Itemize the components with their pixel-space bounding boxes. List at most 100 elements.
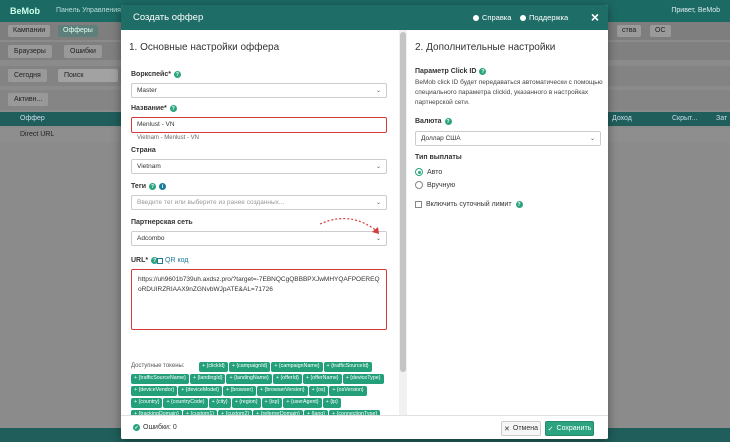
token-chip[interactable]: + {landingName} (226, 373, 272, 384)
save-label: Сохранить (556, 425, 592, 432)
chevron-down-icon: ⌄ (375, 88, 381, 94)
currency-label: Валюта ? (415, 118, 452, 125)
check-icon: ✓ (547, 425, 554, 433)
errors-status[interactable]: ✓ Ошибки: 0 (133, 424, 177, 431)
payout-label-text: Тип выплаты (415, 154, 462, 161)
payout-manual-radio[interactable]: Вручную (415, 181, 455, 189)
network-label-text: Партнерская сеть (131, 219, 193, 226)
column-hidden[interactable]: Скрыт... (672, 115, 697, 122)
chevron-down-icon: ⌄ (589, 136, 595, 142)
chat-icon (520, 14, 526, 21)
additional-settings-title: 2. Дополнительные настройки (415, 42, 556, 53)
errors-count: Ошибки: 0 (143, 424, 177, 431)
tab-offers[interactable]: Офферы (58, 25, 98, 37)
token-chip[interactable]: + {country} (131, 397, 163, 408)
click-id-label: Параметр Click ID ? (415, 68, 487, 75)
workspace-label-text: Воркспейс* (131, 71, 171, 78)
help-icon (473, 14, 479, 21)
tags-placeholder: Введите тег или выберите из ранее создан… (137, 199, 285, 206)
click-id-label-text: Параметр Click ID (415, 68, 477, 75)
tags-label: Теги ? i (131, 183, 167, 190)
token-chip[interactable]: + {ip} (322, 397, 341, 408)
country-value: Vietnam (137, 163, 161, 170)
qr-link-label: QR код (165, 257, 189, 264)
help-icon[interactable]: ? (169, 105, 177, 112)
qr-icon (157, 257, 163, 264)
tags-input[interactable]: Введите тег или выберите из ранее создан… (131, 195, 387, 210)
workspace-value: Master (137, 87, 157, 94)
modal-title: Создать оффер (133, 12, 204, 23)
url-value: https://uh9601b739uh.axdsz.pro/?target=-… (138, 276, 380, 293)
daily-limit-checkbox[interactable]: Включить суточный лимит ? (415, 201, 523, 208)
token-chip[interactable]: + {deviceType} (342, 373, 384, 384)
token-chip[interactable]: + {osVersion} (329, 385, 367, 396)
user-greeting: Привет, BeMob (671, 7, 720, 14)
period-select[interactable]: Сегодня (8, 69, 47, 82)
name-input[interactable]: Menlust - VN (131, 117, 387, 133)
scroll-thumb[interactable] (400, 32, 406, 372)
help-icon[interactable]: ? (149, 183, 157, 190)
search-input[interactable]: Поиск (58, 69, 118, 82)
token-chip[interactable]: + {deviceModel} (178, 385, 223, 396)
info-icon[interactable]: i (159, 183, 167, 190)
scrollbar[interactable] (399, 30, 407, 415)
help-icon[interactable]: ? (515, 201, 523, 208)
save-button[interactable]: ✓ Сохранить (545, 421, 594, 436)
token-chip[interactable]: + {campaignName} (271, 361, 323, 372)
tab-devices[interactable]: ства (617, 25, 642, 37)
token-chip[interactable]: + {offerName} (302, 373, 342, 384)
token-chip[interactable]: + {browser} (223, 385, 256, 396)
help-icon[interactable]: ? (173, 71, 181, 78)
payout-auto-radio[interactable]: Авто (415, 168, 442, 176)
name-hint: Vietnam - Menlust - VN (137, 135, 199, 141)
close-icon[interactable]: × (591, 9, 599, 25)
currency-select[interactable]: Доллар США ⌄ (415, 131, 601, 146)
tab-os[interactable]: ОС (650, 25, 671, 37)
token-chip[interactable]: + {countryCode} (163, 397, 208, 408)
main-settings-column: 1. Основные настройки оффера Воркспейс* … (121, 30, 399, 415)
help-icon[interactable]: ? (444, 118, 452, 125)
tokens-list: + {clickId} + {campaignId} + {campaignName… (131, 361, 393, 415)
column-offer[interactable]: Оффер (20, 115, 45, 122)
token-chip[interactable]: + {offerId} (272, 373, 302, 384)
network-label: Партнерская сеть (131, 219, 193, 226)
chevron-down-icon: ⌄ (375, 200, 381, 206)
tab-campaigns[interactable]: Кампании (8, 25, 51, 37)
browsers-filter[interactable]: Браузеры (8, 45, 52, 58)
country-select[interactable]: Vietnam ⌄ (131, 159, 387, 174)
close-icon: ✕ (504, 425, 510, 433)
payout-auto-label: Авто (427, 168, 443, 176)
url-textarea[interactable]: https://uh9601b739uh.axdsz.pro/?target=-… (131, 269, 387, 330)
daily-limit-label: Включить суточный лимит (426, 201, 512, 208)
name-label-text: Название* (131, 105, 167, 112)
token-chip[interactable]: + {clickId} (199, 361, 228, 372)
actions-dropdown[interactable]: Активн... (8, 93, 49, 106)
token-chip[interactable]: + {landingId} (189, 373, 226, 384)
token-chip[interactable]: + {browserVersion} (257, 385, 308, 396)
support-link[interactable]: Поддержка (520, 13, 568, 22)
token-chip[interactable]: + {isp} (261, 397, 283, 408)
column-cost[interactable]: Зат (716, 115, 727, 122)
token-chip[interactable]: + {deviceVendor} (131, 385, 178, 396)
tags-label-text: Теги (131, 183, 147, 190)
qr-link[interactable]: QR код (157, 257, 188, 264)
row-offer-name: Direct URL (20, 131, 55, 138)
token-chip[interactable]: + {os} (308, 385, 329, 396)
help-link-label: Справка (482, 13, 512, 22)
help-link[interactable]: Справка (473, 13, 511, 22)
token-chip[interactable]: + {campaignId} (228, 361, 271, 372)
errors-tab[interactable]: Ошибки (64, 45, 102, 58)
currency-value: Доллар США (421, 135, 461, 142)
token-chip[interactable]: + {region} (231, 397, 261, 408)
modal-header: Создать оффер Справка Поддержка × (121, 5, 608, 30)
check-icon: ✓ (133, 424, 140, 431)
name-value: Menlust - VN (137, 121, 175, 128)
token-chip[interactable]: + {trafficSourceId} (323, 361, 372, 372)
token-chip[interactable]: + {trafficSourceName} (131, 373, 189, 384)
token-chip[interactable]: + {city} (208, 397, 231, 408)
cancel-button[interactable]: ✕ Отмена (501, 421, 541, 436)
token-chip[interactable]: + {userAgent} (283, 397, 322, 408)
workspace-select[interactable]: Master ⌄ (131, 83, 387, 98)
column-revenue[interactable]: Доход (612, 115, 632, 122)
help-icon[interactable]: ? (479, 68, 487, 75)
